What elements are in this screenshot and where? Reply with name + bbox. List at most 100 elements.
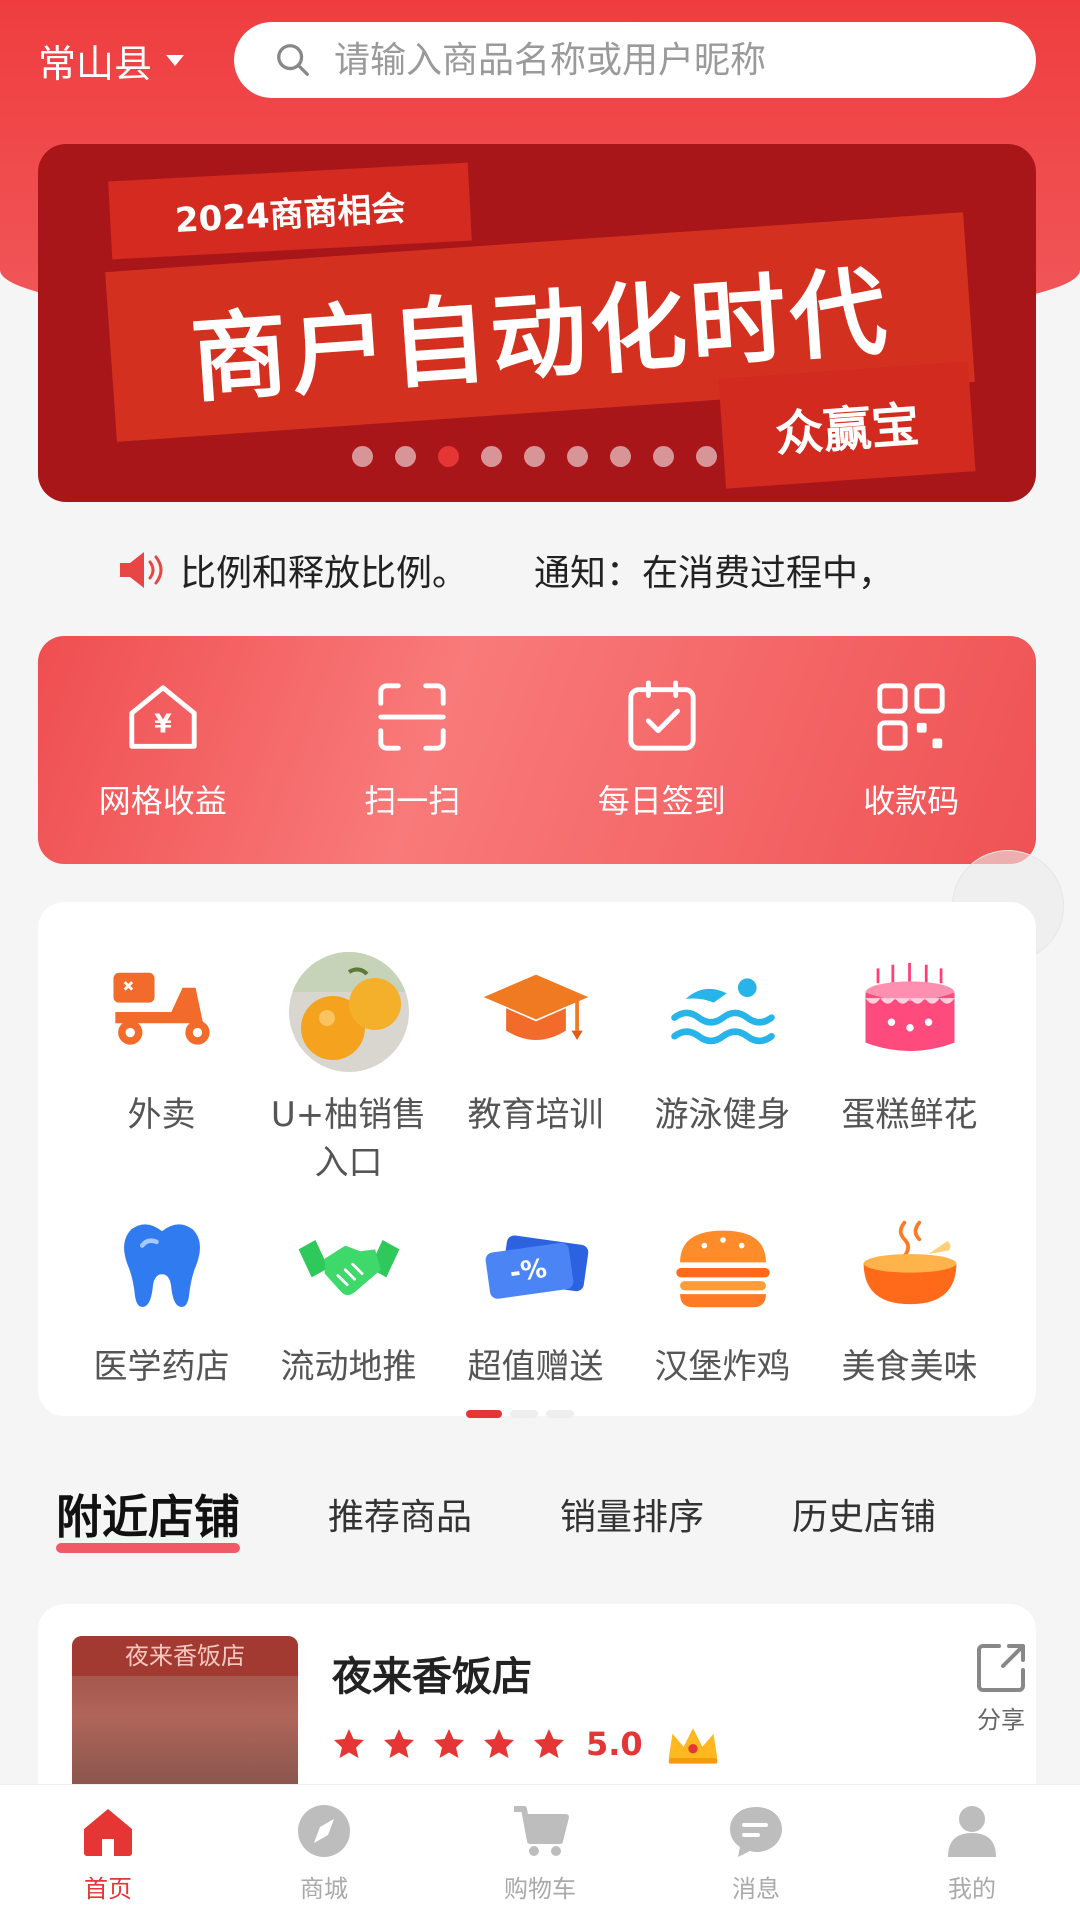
burger-icon [675, 1230, 770, 1308]
banner-dot[interactable] [481, 446, 502, 467]
tab-history[interactable]: 历史店铺 [792, 1488, 936, 1540]
tab-nearby-stores[interactable]: 附近店铺 [56, 1481, 240, 1553]
store-photo-sign: 夜来香饭店 [72, 1636, 298, 1676]
location-label: 常山县 [38, 41, 153, 86]
tabbar-label: 消息 [732, 1875, 780, 1903]
banner-dot[interactable] [524, 446, 545, 467]
quick-action-scan[interactable]: 扫一扫 [312, 678, 512, 822]
category-label: 美食美味 [841, 1347, 978, 1388]
scan-icon [378, 683, 446, 751]
store-name: 夜来香饭店 [332, 1654, 532, 1700]
category-gifts[interactable]: -% 超值赠送 [442, 1212, 629, 1392]
location-selector[interactable]: 常山县 [38, 34, 185, 86]
search-input[interactable] [334, 39, 994, 81]
wallet-house-icon: ¥ [129, 685, 197, 749]
category-page-indicator [466, 1410, 606, 1420]
star-icon [534, 1729, 564, 1758]
notice-text-1: 比例和释放比例。 [180, 553, 469, 594]
rating-score: 5.0 [586, 1725, 643, 1763]
tab-sales-rank[interactable]: 销量排序 [560, 1488, 704, 1540]
quick-action-label: 网格收益 [98, 782, 227, 820]
swim-waves-icon [670, 978, 775, 1045]
svg-text:¥: ¥ [154, 709, 172, 739]
banner-dot[interactable] [395, 446, 416, 467]
banner-brand: 众赢宝 [718, 361, 976, 489]
coupon-icon: -% [485, 1235, 588, 1299]
category-label: 教育培训 [467, 1095, 604, 1135]
tabbar-label: 我的 [948, 1875, 996, 1903]
header: 常山县 [0, 0, 1080, 130]
home-icon [84, 1809, 132, 1856]
banner-pagination [352, 446, 717, 467]
notice-bar[interactable]: 比例和释放比例。 通知：在消费过程中， [116, 542, 894, 598]
calendar-check-icon [628, 680, 696, 751]
star-icon [384, 1729, 414, 1758]
category-swimming[interactable]: 游泳健身 [629, 952, 816, 1188]
grapefruit-photo-icon [288, 952, 409, 1072]
handshake-icon [298, 1240, 399, 1296]
quick-action-label: 收款码 [863, 782, 960, 820]
banner-dot[interactable] [567, 446, 588, 467]
tabbar-mall[interactable]: 商城 [244, 1801, 404, 1920]
quick-action-grid-earnings[interactable]: ¥ 网格收益 [63, 678, 263, 822]
category-label: 超值赠送 [467, 1347, 604, 1388]
graduation-cap-icon [483, 974, 588, 1040]
tabbar-messages[interactable]: 消息 [676, 1801, 836, 1920]
category-pharmacy[interactable]: 医学药店 [68, 1212, 255, 1392]
qr-code-icon [877, 683, 945, 751]
svg-text:-%: -% [507, 1254, 548, 1289]
quick-action-payment-code[interactable]: 收款码 [811, 678, 1011, 822]
share-button[interactable]: 分享 [966, 1640, 1036, 1735]
banner-dot[interactable] [352, 446, 373, 467]
banner-dot[interactable] [653, 446, 674, 467]
bottom-tabbar: 首页 商城 购物车 消息 我的 [0, 1784, 1080, 1920]
category-promotion[interactable]: 流动地推 [255, 1212, 442, 1392]
category-label: 流动地推 [280, 1347, 417, 1388]
star-icon [484, 1729, 514, 1758]
cake-icon [864, 962, 955, 1051]
share-label: 分享 [977, 1706, 1025, 1734]
category-burger[interactable]: 汉堡炸鸡 [629, 1212, 816, 1392]
category-panel: 外卖 U+柚销售入口 教育培训 游泳健身 蛋糕鲜花 医学药店 流动地推 -% 超… [38, 902, 1036, 1418]
message-icon [730, 1807, 782, 1857]
category-label: 汉堡炸鸡 [654, 1347, 791, 1388]
star-icon [334, 1729, 364, 1758]
tab-recommended[interactable]: 推荐商品 [328, 1488, 472, 1540]
crown-icon [668, 1728, 717, 1764]
category-food[interactable]: 美食美味 [816, 1212, 1003, 1392]
category-label: 蛋糕鲜花 [841, 1095, 978, 1135]
scooter-icon [112, 972, 210, 1045]
search-bar[interactable] [234, 22, 1036, 98]
quick-action-label: 扫一扫 [364, 782, 461, 820]
category-grapefruit[interactable]: U+柚销售入口 [255, 952, 442, 1188]
notice-text-2: 通知：在消费过程中， [534, 553, 895, 594]
category-label: U+柚销售入口 [270, 1095, 427, 1183]
star-icon [434, 1729, 464, 1758]
tabbar-home[interactable]: 首页 [28, 1801, 188, 1920]
banner-dot[interactable] [610, 446, 631, 467]
banner-dot[interactable] [438, 446, 459, 467]
category-label: 外卖 [127, 1095, 196, 1135]
store-rating: 5.0 [332, 1720, 721, 1768]
category-education[interactable]: 教育培训 [442, 952, 629, 1188]
tabbar-label: 商城 [300, 1875, 348, 1903]
category-cake[interactable]: 蛋糕鲜花 [816, 952, 1003, 1188]
food-bowl-icon [863, 1220, 956, 1305]
quick-action-checkin[interactable]: 每日签到 [562, 678, 762, 822]
cart-icon [514, 1806, 569, 1856]
quick-actions: ¥ 网格收益 扫一扫 每日签到 收款码 [38, 636, 1036, 864]
caret-down-icon [166, 54, 185, 66]
store-tabs: 附近店铺 推荐商品 销量排序 历史店铺 [56, 1474, 1046, 1554]
search-icon [277, 44, 309, 76]
tabbar-cart[interactable]: 购物车 [460, 1801, 620, 1920]
banner-dot[interactable] [696, 446, 717, 467]
share-icon [977, 1644, 1025, 1692]
quick-action-label: 每日签到 [597, 782, 726, 820]
category-label: 医学药店 [93, 1347, 230, 1388]
category-takeaway[interactable]: 外卖 [68, 952, 255, 1188]
tabbar-label: 购物车 [504, 1875, 576, 1903]
tabbar-profile[interactable]: 我的 [892, 1801, 1052, 1920]
user-icon [948, 1806, 996, 1857]
tabbar-label: 首页 [84, 1875, 132, 1903]
promo-banner[interactable]: 2024商商相会 商户自动化时代 众赢宝 [38, 144, 1036, 502]
